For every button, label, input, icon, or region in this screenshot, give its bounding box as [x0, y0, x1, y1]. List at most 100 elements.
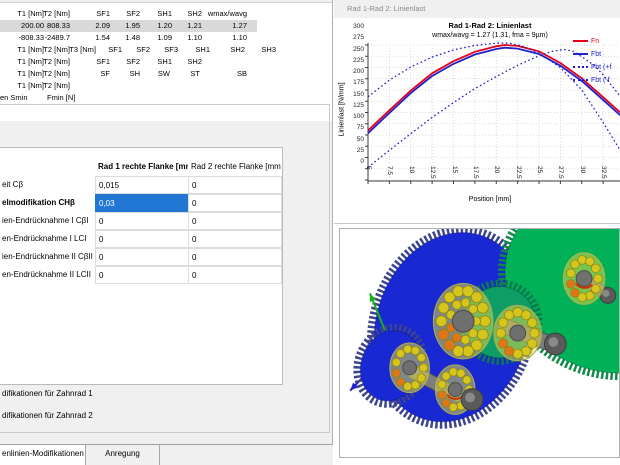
bearing-ball — [471, 292, 482, 303]
bearing-ball — [578, 256, 587, 265]
gear-train-3d-render — [340, 229, 619, 457]
modifications-gear1-label[interactable]: difikationen für Zahnrad 1 — [2, 389, 93, 398]
table-row[interactable]: T1 [Nm]T2 [Nm]SF1SF2SH1SH2 — [0, 56, 332, 68]
bearing-ball — [585, 257, 594, 266]
x-tick-label: 27.5 — [557, 166, 564, 179]
table-cell: 808.33 — [47, 20, 70, 32]
table-cell: SF2 — [126, 56, 140, 68]
row-label: en-Endrücknahme I LCI — [2, 230, 93, 248]
table-cell: SH2 — [187, 56, 202, 68]
legend-label: Fbt (-f — [591, 77, 610, 84]
table-cell: wmax/wavg — [208, 8, 247, 20]
table-row[interactable]: en SminFmin [N] — [0, 92, 332, 104]
value-cell-rad2[interactable]: 0 — [188, 248, 282, 266]
flank-modification-table: Rad 1 rechte Flanke [mm]Rad 2 rechte Fla… — [0, 147, 283, 385]
value-cell-rad2[interactable]: 0 — [188, 230, 282, 248]
value-cell-rad1[interactable]: 0 — [95, 266, 189, 284]
table-cell: 1.21 — [187, 20, 202, 32]
y-tick-label: 100 — [342, 113, 364, 120]
bearing-ball — [444, 340, 455, 351]
table-cell: T1 [Nm] — [17, 44, 44, 56]
table-cell: SF2 — [136, 44, 150, 56]
x-tick-label: 15 — [451, 166, 458, 173]
table-cell: SH3 — [261, 44, 276, 56]
table-row[interactable]: 200.00808.332.091.951.201.211.27 — [0, 20, 332, 32]
value-cell-rad1[interactable]: 0,03 — [95, 194, 189, 212]
table-row[interactable]: T1 [Nm]T2 [Nm]SFSHSWSTSB — [0, 68, 332, 80]
bearing-ball — [461, 298, 470, 307]
modifications-gear2-label[interactable]: difikationen für Zahnrad 2 — [2, 411, 93, 420]
bearing-ball — [594, 274, 603, 283]
table-cell: T1 [Nm] — [17, 68, 44, 80]
table-row[interactable]: T1 [Nm]T2 [Nm]SF1SF2SH1SH2wmax/wavg — [0, 8, 332, 20]
bearing-ball — [417, 353, 425, 361]
tab-flank-modifications[interactable]: enlinien-Modifikationen — [0, 445, 86, 465]
table-cell: SH1 — [157, 8, 172, 20]
bearing-ball — [392, 369, 400, 377]
bearing-ball — [498, 339, 508, 349]
series-fbt — [368, 48, 620, 134]
linienlast-chart-window: Rad 1-Rad 2: Linienlast Rad 1-Rad 2: Lin… — [334, 0, 620, 224]
table-cell: SH2 — [230, 44, 245, 56]
y-tick-label: 75 — [342, 124, 364, 131]
table-row[interactable]: T1 [Nm]T2 [Nm] — [0, 80, 332, 92]
value-cell-rad2[interactable]: 0 — [188, 176, 282, 194]
bearing-hub — [448, 383, 462, 397]
bearing-ball — [392, 358, 400, 366]
value-cell-rad1[interactable]: 0 — [95, 248, 189, 266]
row-label: en-Endrücknahme II LCII — [2, 266, 93, 284]
value-cell-rad2[interactable]: 0 — [188, 194, 282, 212]
table-cell: T2 [Nm] — [43, 80, 70, 92]
bearing-ball — [591, 264, 600, 273]
left-panel: T1 [Nm]T2 [Nm]SF1SF2SH1SH2wmax/wavg200.0… — [0, 0, 333, 465]
bearing-ball — [419, 364, 427, 372]
tab-anregung[interactable]: Anregung — [86, 445, 160, 465]
bearing-ball — [417, 374, 425, 382]
chart-window-titlebar[interactable]: Rad 1-Rad 2: Linienlast — [334, 0, 620, 18]
table-cell: 1.48 — [125, 32, 140, 44]
y-tick-label: 275 — [342, 34, 364, 41]
value-cell-rad2[interactable]: 0 — [188, 266, 282, 284]
legend-line-sample — [573, 66, 588, 68]
bearing-ball — [591, 284, 600, 293]
y-tick-label: 50 — [342, 136, 364, 143]
value-cell-rad2[interactable]: 0 — [188, 212, 282, 230]
table-cell: 1.20 — [157, 20, 172, 32]
value-cell-rad1[interactable]: 0 — [95, 230, 189, 248]
table-cell: SF1 — [96, 8, 110, 20]
table-row[interactable]: T1 [Nm]T2 [Nm]T3 [Nm]SF1SF2SF3SH1SH2SH3 — [0, 44, 332, 56]
table-cell: SF2 — [126, 8, 140, 20]
value-cell-rad1[interactable]: 0,015 — [95, 176, 189, 194]
y-tick-label: 200 — [342, 68, 364, 75]
bearing-ball — [521, 346, 531, 356]
table-cell: 200.00 — [21, 20, 44, 32]
bearing-ball — [463, 376, 471, 384]
x-tick-label: 5 — [365, 166, 372, 170]
bearing-ball — [438, 380, 446, 388]
bearing-ball — [566, 280, 575, 289]
y-tick-label: 300 — [342, 23, 364, 30]
x-tick-label: 25 — [536, 166, 543, 173]
bearing-ball — [436, 316, 447, 327]
y-tick-label: 150 — [342, 91, 364, 98]
bearing-ball — [521, 310, 531, 320]
table-cell: 1.10 — [187, 32, 202, 44]
table-cell: T2 [Nm] — [43, 8, 70, 20]
table-row[interactable]: -808.33-2489.71.541.481.091.101.10 — [0, 32, 332, 44]
bearing-ball — [571, 288, 580, 297]
legend-entry: Fbt (-f — [573, 76, 610, 86]
table-cell: SF — [100, 68, 110, 80]
table-cell: ST — [190, 68, 200, 80]
table-cell: T2 [Nm] — [43, 44, 70, 56]
legend-line-sample — [573, 53, 588, 55]
value-cell-rad1[interactable]: 0 — [95, 212, 189, 230]
gear-3d-viewport[interactable] — [339, 228, 620, 458]
table-cell: T1 [Nm] — [17, 8, 44, 20]
bearing-ball — [452, 333, 461, 342]
bearing-hub — [403, 361, 417, 375]
bearing-ball — [498, 318, 508, 328]
line-load-plot[interactable] — [334, 18, 620, 224]
bearing-ball — [453, 286, 464, 297]
x-tick-label: 7.5 — [386, 166, 393, 175]
x-tick-label: 22.5 — [515, 166, 522, 179]
